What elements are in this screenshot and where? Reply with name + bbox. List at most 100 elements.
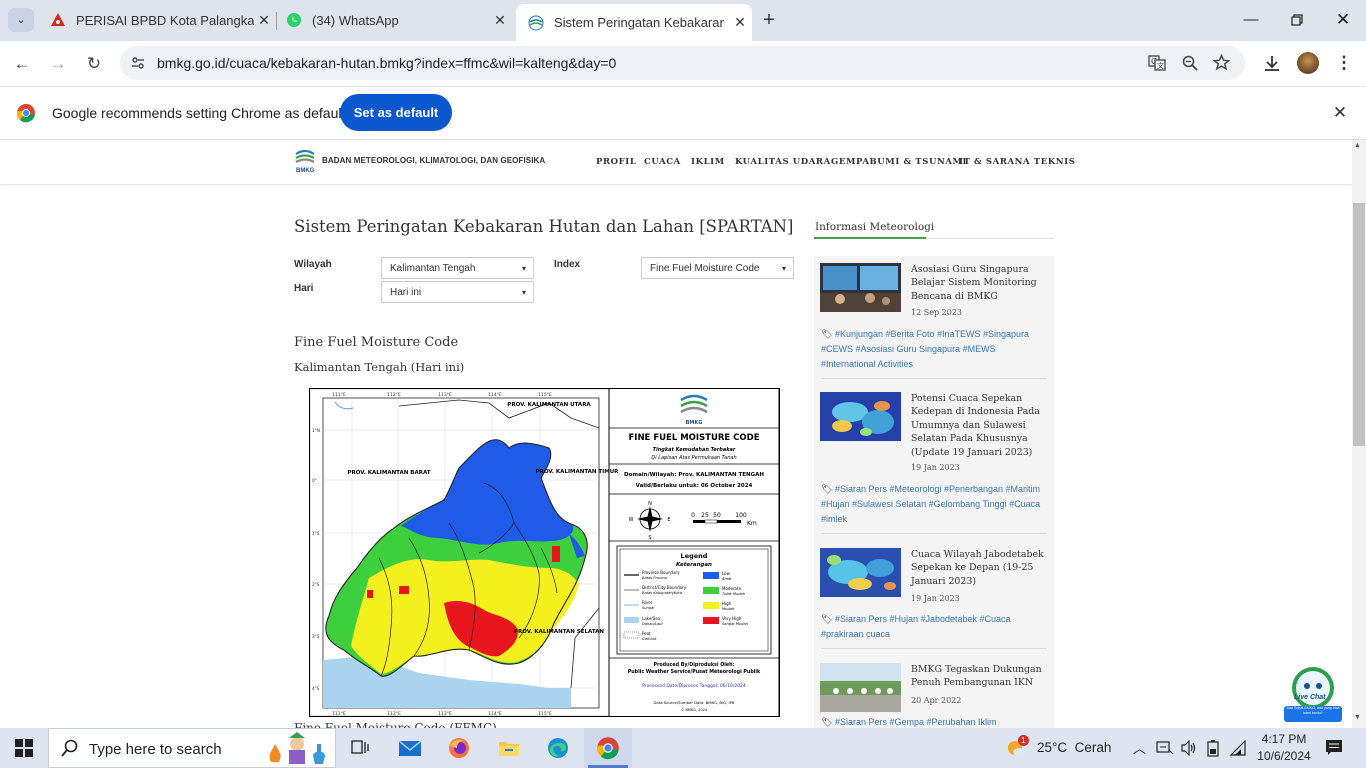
hari-select[interactable]: Hari ini ▾ [381,281,534,303]
bookmark-star-icon[interactable] [1213,54,1230,71]
nav-profil[interactable]: PROFIL [596,157,636,167]
lon-tick: 112°E [387,392,401,398]
tab-search-button[interactable]: ⌄ [8,8,34,32]
svg-text:Sangat Mudah: Sangat Mudah [722,622,749,626]
close-infobar-button[interactable]: ✕ [1328,101,1352,125]
hari-label: Hari [294,283,314,294]
hari-value: Hari ini [390,287,422,298]
windows-start-icon[interactable] [15,739,33,757]
wilayah-select[interactable]: Kalimantan Tengah ▾ [381,257,534,279]
minimize-button[interactable]: — [1236,8,1266,32]
live-chat-widget[interactable]: Live Chat Ada Sobat BMKG, ada yang bisa … [1284,666,1342,724]
edge-icon[interactable] [546,736,570,760]
map-province-label: PROV. KALIMANTAN UTARA [507,402,591,408]
svg-text:River: River [642,600,653,605]
reload-icon: ↻ [86,54,102,73]
bmkg-favicon-icon [528,15,544,30]
task-view-icon[interactable] [350,739,370,757]
ime-icon[interactable] [1156,740,1174,756]
nav-iklim[interactable]: IKLIM [691,157,725,167]
news-thumbnail[interactable] [820,263,901,312]
profile-avatar[interactable] [1297,52,1319,74]
zoom-icon[interactable] [1182,55,1198,71]
forward-button[interactable]: → [45,51,71,77]
page-scrollbar-thumb[interactable] [1353,203,1365,446]
news-tags[interactable]: 🏷 #Siaran Pers #Gempa #Perubahan Iklim [821,717,1051,728]
news-thumbnail[interactable] [820,392,901,441]
tab-title: (34) WhatsApp [312,12,399,28]
wifi-icon[interactable] [1229,740,1247,756]
perisai-favicon-icon [51,13,65,26]
svg-text:100: 100 [735,512,747,519]
tag-icon: 🏷 [821,717,835,727]
map-province-label: PROV. KALIMANTAN BARAT [347,470,430,476]
news-title[interactable]: Asosiasi Guru Singapura Belajar Sistem M… [911,263,1051,303]
close-tab-icon[interactable]: ✕ [254,10,274,30]
page-title: Sistem Peringatan Kebakaran Hutan dan La… [294,217,794,236]
lat-tick: 0° [312,478,317,483]
svg-text:Batas Kabupaten/Kota: Batas Kabupaten/Kota [642,591,682,595]
news-tags[interactable]: 🏷 #Siaran Pers #Hujan #Jabodetabek #Cuac… [821,612,1051,642]
news-thumbnail[interactable] [820,663,901,712]
nav-cuaca[interactable]: CUACA [644,157,681,167]
svg-text:S: S [648,535,651,541]
tab-whatsapp[interactable]: (34) WhatsApp ✕ [274,5,512,35]
sidebar-heading-accent [814,237,926,239]
tab-spartan[interactable]: Sistem Peringatan Kebakaran H ✕ [516,4,752,41]
clock-date[interactable]: 10/6/2024 [1255,749,1313,763]
scroll-down-arrow-icon[interactable]: ▼ [1354,714,1361,721]
set-as-default-button[interactable]: Set as default [340,94,452,131]
firefox-icon[interactable] [447,736,471,760]
tab-title: Sistem Peringatan Kebakaran H [554,15,724,30]
caret-down-icon: ▾ [521,288,526,297]
translate-icon[interactable]: G文 [1148,54,1166,72]
news-title[interactable]: Cuaca Wilayah Jabodetabek Sepekan ke Dep… [911,548,1051,588]
news-title[interactable]: BMKG Tegaskan Dukungan Penuh Pembangunan… [911,663,1051,690]
restore-icon [1291,14,1303,26]
close-window-button[interactable]: ✕ [1328,8,1358,32]
news-title[interactable]: Potensi Cuaca Sepekan Kedepan di Indones… [911,392,1051,459]
close-icon: ✕ [1332,103,1348,122]
mail-icon[interactable] [398,736,422,760]
volume-icon[interactable] [1180,740,1198,756]
ffmc-map-image[interactable]: PROV. KALIMANTAN UTARA PROV. KALIMANTAN … [309,388,780,717]
news-divider [821,648,1047,649]
reload-button[interactable]: ↻ [81,51,107,77]
index-select[interactable]: Fine Fuel Moisture Code ▾ [641,257,794,279]
map-province-label: PROV. KALIMANTAN SELATAN [514,629,604,635]
url-text[interactable]: bmkg.go.id/cuaca/kebakaran-hutan.bmkg?in… [157,55,616,71]
sidebar-heading: Informasi Meteorologi [815,221,935,233]
nav-it-sarana[interactable]: IT & SARANA TEKNIS [959,157,1076,167]
scroll-up-arrow-icon[interactable]: ▲ [1354,142,1361,149]
weather-text[interactable]: 25°C Cerah [1037,740,1111,755]
map-title: FINE FUEL MOISTURE CODE [628,433,759,443]
news-tags[interactable]: 🏷 #Kunjungan #Berita Foto #InaTEWS #Sing… [821,327,1051,372]
restore-button[interactable] [1282,8,1312,32]
notifications-icon[interactable] [1325,739,1343,757]
taskbar-chrome-button[interactable] [584,728,632,768]
close-tab-icon[interactable]: ✕ [490,10,510,30]
site-settings-icon [132,57,144,69]
news-tags[interactable]: 🏷 #Siaran Pers #Meteorologi #Penerbangan… [821,482,1051,527]
new-tab-button[interactable]: + [758,8,780,32]
download-icon[interactable] [1263,54,1281,72]
nav-kualitas-udara[interactable]: KUALITAS UDARA [735,157,831,167]
caret-down-icon: ▾ [521,264,526,273]
menu-button[interactable]: ⋮ [1334,51,1354,75]
omnibox[interactable]: bmkg.go.id/cuaca/kebakaran-hutan.bmkg?in… [120,46,1245,80]
close-tab-icon[interactable]: ✕ [730,12,750,32]
nav-gempabumi[interactable]: GEMPABUMI & TSUNAMI [831,157,967,167]
back-button[interactable]: ← [9,51,35,77]
clock-time[interactable]: 4:17 PM [1259,732,1309,746]
news-date: 12 Sep 2023 [911,308,962,317]
news-divider [821,533,1047,534]
battery-icon[interactable] [1206,739,1220,757]
news-date: 19 Jan 2023 [911,463,960,472]
show-hidden-icons-chevron-icon[interactable]: ︿ [1133,738,1146,757]
news-thumbnail[interactable] [820,548,901,597]
search-placeholder: Type here to search [89,741,222,758]
svg-text:E: E [667,517,670,523]
taskbar-search-box[interactable]: Type here to search [48,728,336,768]
file-explorer-icon[interactable] [497,736,521,760]
tab-perisai[interactable]: PERISAI BPBD Kota Palangka Ra ✕ [38,5,276,35]
